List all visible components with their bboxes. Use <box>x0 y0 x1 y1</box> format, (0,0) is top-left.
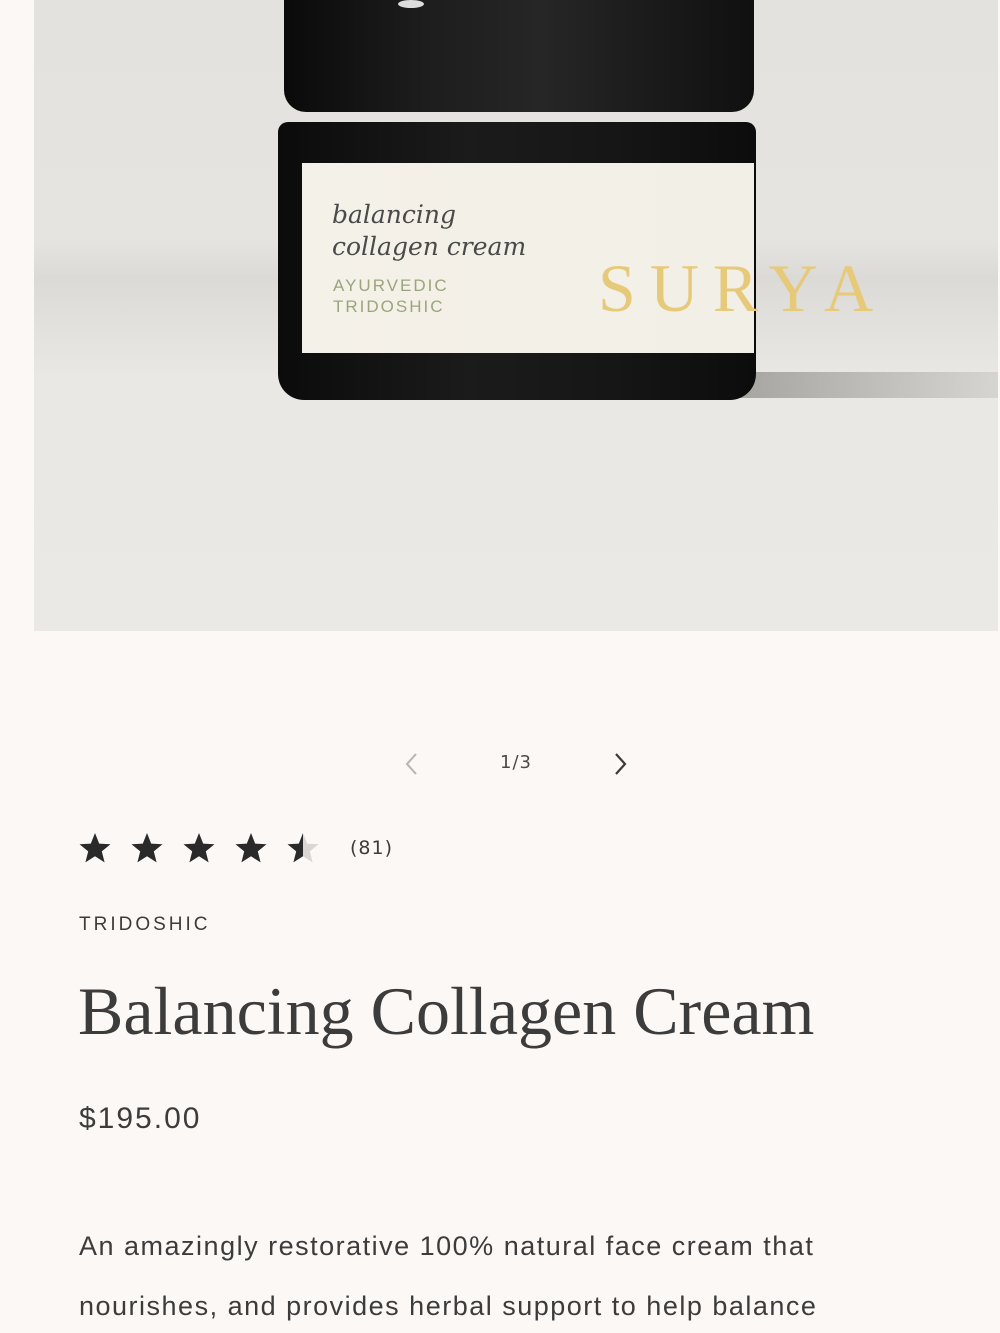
star-icon <box>79 833 111 863</box>
rating-stars <box>78 831 338 865</box>
jar-label-product-name: balancing collagen cream <box>332 199 526 263</box>
jar-lid-highlight <box>398 0 424 8</box>
jar-label: balancing collagen cream AYURVEDIC TRIDO… <box>302 163 873 353</box>
product-description: An amazingly restorative 100% natural fa… <box>79 1231 818 1321</box>
jar-label-sub-1: AYURVEDIC <box>333 276 449 295</box>
previous-slide-button[interactable] <box>397 748 427 780</box>
star-icon <box>183 833 215 863</box>
jar-label-line-2: collagen cream <box>332 232 527 261</box>
chevron-right-icon <box>615 753 627 775</box>
product-price: $195.00 <box>79 1102 202 1135</box>
gallery-slider-controls: 1/3 <box>0 740 1000 790</box>
product-title: Balancing Collagen Cream <box>78 973 815 1049</box>
chevron-left-icon <box>405 753 417 775</box>
star-icon <box>131 833 163 863</box>
slide-counter: 1/3 <box>500 752 532 773</box>
jar-lid <box>284 0 754 112</box>
jar-label-sub-2: TRIDOSHIC <box>333 297 445 316</box>
jar-label-subtitle: AYURVEDIC TRIDOSHIC <box>333 275 449 317</box>
product-page: balancing collagen cream AYURVEDIC TRIDO… <box>0 0 1000 1333</box>
star-icon <box>235 833 267 863</box>
review-count[interactable]: (81) <box>350 837 393 859</box>
next-slide-button[interactable] <box>605 748 635 780</box>
jar-label-line-1: balancing <box>332 200 457 229</box>
product-rating[interactable]: (81) <box>78 826 393 870</box>
jar-shadow <box>734 372 998 398</box>
product-image[interactable]: balancing collagen cream AYURVEDIC TRIDO… <box>34 0 998 631</box>
product-vendor: TRIDOSHIC <box>79 914 211 935</box>
star-icon <box>287 833 319 863</box>
jar-brand-logo: SURYA <box>598 250 888 326</box>
